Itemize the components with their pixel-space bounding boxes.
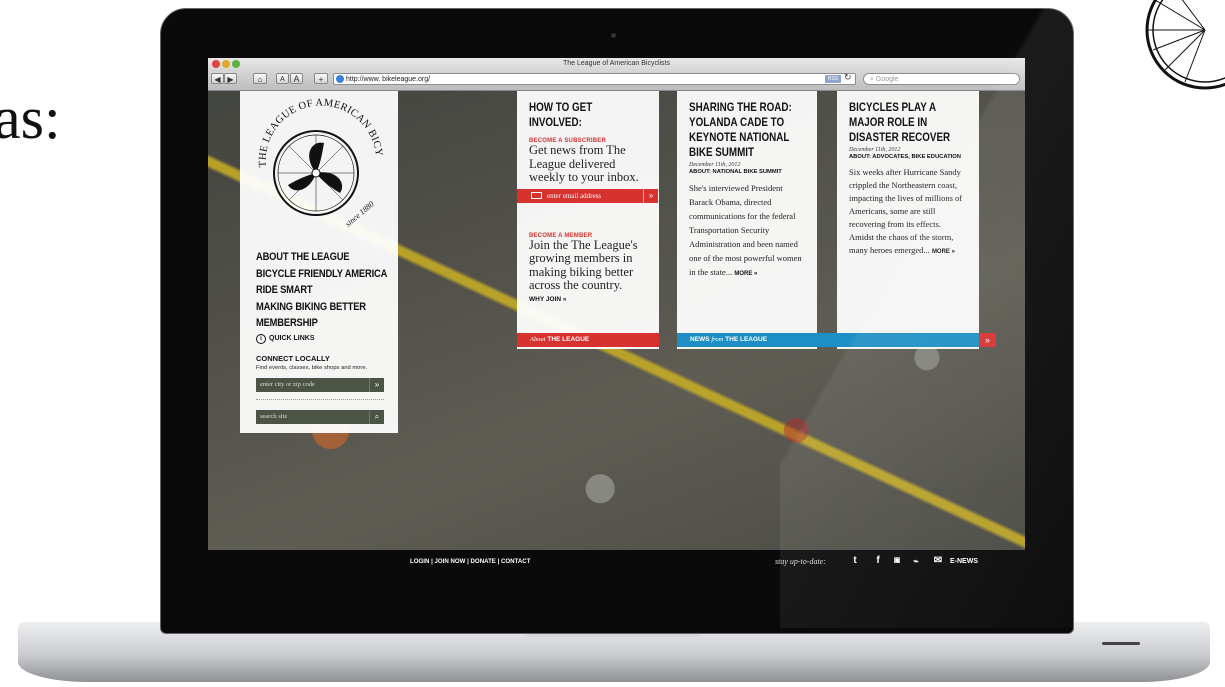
email-placeholder: enter email address xyxy=(547,192,602,200)
info-icon: i xyxy=(256,334,266,344)
add-bookmark-button[interactable]: + xyxy=(314,73,328,84)
rss-icon[interactable]: ⌁ xyxy=(910,555,922,567)
mail-icon xyxy=(531,192,542,199)
nav-making-biking-better[interactable]: MAKING BIKING BETTER xyxy=(256,299,387,316)
news-2-more-link[interactable]: MORE » xyxy=(932,249,955,255)
window-title: The League of American Bicyclists xyxy=(563,60,670,67)
url-text: http://www. bikeleague.org/ xyxy=(346,76,431,83)
rss-button[interactable]: RSS xyxy=(825,75,841,83)
site-search-placeholder: search site xyxy=(260,413,288,420)
stay-up-to-date: stay up-to-date: xyxy=(775,557,826,566)
quick-links[interactable]: i QUICK LINKS xyxy=(256,334,315,344)
reload-icon[interactable]: ↻ xyxy=(844,72,852,83)
news-item-1: SHARING THE ROAD: YOLANDA CADE TO KEYNOT… xyxy=(677,91,817,349)
enews-link[interactable]: E-NEWS xyxy=(950,558,978,565)
connect-heading: CONNECT LOCALLY xyxy=(256,354,330,363)
quick-links-label: QUICK LINKS xyxy=(269,335,315,342)
news-1-body: She's interviewed President Barack Obama… xyxy=(689,181,805,281)
news-2-body: Six weeks after Hurricane Sandy crippled… xyxy=(849,166,967,259)
font-smaller-button[interactable]: A xyxy=(276,73,289,84)
news-1-date: December 11th, 2012 xyxy=(689,162,741,168)
get-involved-panel: HOW TO GET INVOLVED: BECOME A SUBSCRIBER… xyxy=(517,91,659,349)
why-join-link[interactable]: WHY JOIN » xyxy=(529,296,647,303)
main-nav: ABOUT THE LEAGUE BICYCLE FRIENDLY AMERIC… xyxy=(256,249,410,332)
news-2-about: ABOUT: ADVOCATES, BIKE EDUCATION xyxy=(849,154,961,160)
connect-subtext: Find events, classes, bike shops and mor… xyxy=(256,365,368,371)
site-footer: LOGIN | JOIN NOW | DONATE | CONTACT stay… xyxy=(208,550,1025,576)
font-larger-button[interactable]: A xyxy=(290,73,303,84)
news-1-title[interactable]: SHARING THE ROAD: YOLANDA CADE TO KEYNOT… xyxy=(689,100,805,160)
news-1-about: ABOUT: NATIONAL BIKE SUMMIT xyxy=(689,169,782,175)
news-2-title[interactable]: BICYCLES PLAY A MAJOR ROLE IN DISASTER R… xyxy=(849,100,967,145)
email-input[interactable]: enter email address » xyxy=(517,189,658,203)
magnifier-icon[interactable]: ⌕ xyxy=(369,410,384,424)
slide-text-fragment: as: xyxy=(0,85,61,151)
youtube-icon[interactable]: ▣ xyxy=(891,555,903,567)
left-sidebar: THE LEAGUE OF AMERICAN BICYCLISTS since … xyxy=(240,91,398,433)
bicycle-wheel-icon xyxy=(1145,0,1225,90)
camera-icon xyxy=(611,33,616,38)
nav-membership[interactable]: MEMBERSHIP xyxy=(256,315,387,332)
twitter-icon[interactable]: t xyxy=(849,555,861,567)
subscriber-text: Get news from The League delivered weekl… xyxy=(529,143,639,184)
nav-about[interactable]: ABOUT THE LEAGUE xyxy=(256,249,387,266)
divider xyxy=(256,399,384,400)
home-icon[interactable]: ⌂ xyxy=(253,73,267,84)
news-italic: from xyxy=(711,336,724,343)
facebook-icon[interactable]: f xyxy=(872,555,884,567)
news-1-body-text: She's interviewed President Barack Obama… xyxy=(689,183,802,277)
news-2-date: December 11th, 2012 xyxy=(849,147,901,153)
footer-links[interactable]: LOGIN | JOIN NOW | DONATE | CONTACT xyxy=(410,558,530,565)
news-item-2: BICYCLES PLAY A MAJOR ROLE IN DISASTER R… xyxy=(837,91,979,349)
url-bar[interactable]: http://www. bikeleague.org/ xyxy=(333,73,856,85)
forward-icon[interactable]: ▶ xyxy=(224,73,237,84)
laptop-screen: The League of American Bicyclists ◀ ▶ ⌂ … xyxy=(208,58,1025,576)
news-1-more-link[interactable]: MORE » xyxy=(734,271,757,277)
next-news-arrow-icon[interactable]: » xyxy=(979,333,996,347)
submit-arrow-icon[interactable]: » xyxy=(643,189,658,203)
about-italic: About xyxy=(530,336,546,343)
nav-ride-smart[interactable]: RIDE SMART xyxy=(256,282,387,299)
search-placeholder: Google xyxy=(875,76,899,83)
site-search-input[interactable]: search site ⌕ xyxy=(256,410,384,424)
news-league-strip[interactable]: NEWS from THE LEAGUE xyxy=(677,333,979,347)
get-involved-title: HOW TO GET INVOLVED: xyxy=(529,100,593,129)
about-bold: THE LEAGUE xyxy=(547,336,590,343)
svg-text:since 1880: since 1880 xyxy=(344,200,376,229)
city-zip-input[interactable]: enter city or zip code » xyxy=(256,378,384,392)
laptop-indicator xyxy=(1102,642,1140,645)
browser-chrome: The League of American Bicyclists ◀ ▶ ⌂ … xyxy=(208,58,1025,91)
news-2-body-text: Six weeks after Hurricane Sandy crippled… xyxy=(849,167,963,255)
go-arrow-icon[interactable]: » xyxy=(369,378,384,392)
mail-icon[interactable]: ✉ xyxy=(932,555,944,567)
city-zip-placeholder: enter city or zip code xyxy=(260,381,315,388)
member-text: Join the The League's growing members in… xyxy=(529,237,638,292)
about-league-strip[interactable]: About THE LEAGUE xyxy=(517,333,659,347)
search-field[interactable]: ⌕ Google xyxy=(863,73,1020,85)
nav-bicycle-friendly[interactable]: BICYCLE FRIENDLY AMERICA xyxy=(256,266,387,283)
webpage: THE LEAGUE OF AMERICAN BICYCLISTS since … xyxy=(208,91,1025,576)
back-icon[interactable]: ◀ xyxy=(211,73,224,84)
news-bold-1: NEWS xyxy=(690,336,710,343)
globe-icon xyxy=(336,75,344,83)
league-logo[interactable]: THE LEAGUE OF AMERICAN BICYCLISTS since … xyxy=(252,95,386,237)
news-bold-2: THE LEAGUE xyxy=(725,336,768,343)
